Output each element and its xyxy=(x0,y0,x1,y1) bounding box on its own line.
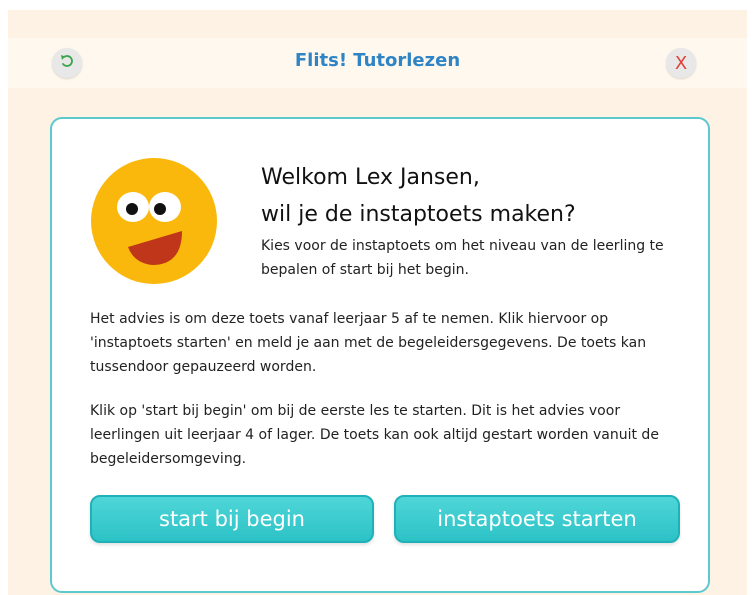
welcome-heading-line1: Welkom Lex Jansen, xyxy=(261,165,480,190)
app-window: Flits! Tutorlezen X Welkom Lex Jansen, w… xyxy=(8,10,747,595)
start-bij-begin-button[interactable]: start bij begin xyxy=(90,495,374,543)
close-icon: X xyxy=(674,52,688,74)
advice-paragraph-start: Klik op 'start bij begin' om bij de eers… xyxy=(90,403,659,467)
welcome-card: Welkom Lex Jansen, wil je de instaptoets… xyxy=(50,117,710,593)
welcome-heading: Welkom Lex Jansen, wil je de instaptoets… xyxy=(261,159,691,233)
welcome-subtitle: Kies voor de instaptoets om het niveau v… xyxy=(261,238,664,278)
close-button[interactable]: X xyxy=(666,48,696,78)
app-title: Flits! Tutorlezen xyxy=(294,50,461,71)
smiley-mascot-icon xyxy=(91,158,217,284)
advice-paragraph-instaptoets: Het advies is om deze toets vanaf leerja… xyxy=(90,311,647,375)
header-bar: Flits! Tutorlezen X xyxy=(8,38,747,88)
welcome-heading-line2: wil je de instaptoets maken? xyxy=(261,202,576,227)
instaptoets-starten-button[interactable]: instaptoets starten xyxy=(394,495,680,543)
